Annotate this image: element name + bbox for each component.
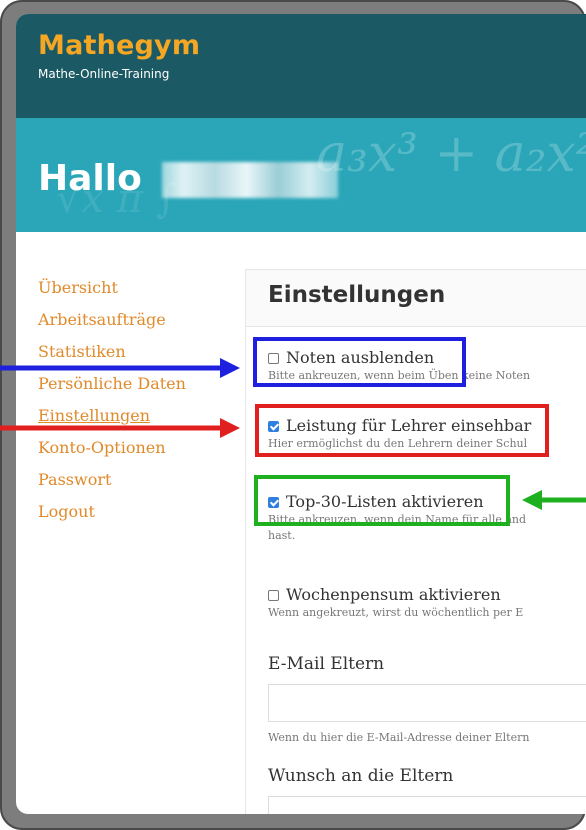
option-wochenpensum: Wochenpensum aktivieren Wenn angekreuzt,… xyxy=(268,585,523,621)
blue-highlight-box xyxy=(253,337,466,387)
sidebar-nav: Übersicht Arbeitsaufträge Statistiken Pe… xyxy=(38,272,186,528)
wunsch-eltern-label: Wunsch an die Eltern xyxy=(268,766,454,786)
wochenpensum-help: Wenn angekreuzt, wirst du wöchentlich pe… xyxy=(268,606,524,619)
page-title: Einstellungen xyxy=(268,282,446,308)
wochenpensum-label: Wochenpensum aktivieren xyxy=(286,585,501,604)
sidebar-item-arbeitsauftraege[interactable]: Arbeitsaufträge xyxy=(38,304,186,336)
greeting-text: Hallo xyxy=(38,158,142,199)
brand-logo[interactable]: Mathegym xyxy=(38,30,200,61)
top30-listen-help-cont: hast. xyxy=(268,529,296,542)
email-eltern-help: Wenn du hier die E-Mail-Adresse deiner E… xyxy=(268,731,530,744)
sidebar-item-konto-optionen[interactable]: Konto-Optionen xyxy=(38,432,186,464)
email-eltern-label: E-Mail Eltern xyxy=(268,654,385,674)
wochenpensum-row[interactable]: Wochenpensum aktivieren xyxy=(268,585,523,605)
sidebar-item-logout[interactable]: Logout xyxy=(38,496,186,528)
sidebar-item-persoenliche-daten[interactable]: Persönliche Daten xyxy=(38,368,186,400)
wochenpensum-checkbox[interactable] xyxy=(268,589,279,601)
brand-subtitle: Mathe-Online-Training xyxy=(38,67,170,81)
redacted-username xyxy=(162,162,338,198)
sidebar-item-uebersicht[interactable]: Übersicht xyxy=(38,272,186,304)
email-eltern-input[interactable] xyxy=(268,684,586,722)
sidebar-item-statistiken[interactable]: Statistiken xyxy=(38,336,186,368)
wunsch-eltern-input[interactable] xyxy=(268,796,586,814)
panel-header: Einstellungen xyxy=(246,270,586,327)
top-bar: Mathegym Mathe-Online-Training xyxy=(16,14,586,118)
sidebar-item-passwort[interactable]: Passwort xyxy=(38,464,186,496)
banner-formula: a₃x³ + a₂x² + a₁x xyxy=(316,124,586,184)
green-highlight-box xyxy=(254,475,510,526)
sidebar-item-einstellungen[interactable]: Einstellungen xyxy=(38,400,186,432)
greeting-banner: a₃x³ + a₂x² + a₁x √x π ∫ Hallo xyxy=(16,118,586,232)
red-highlight-box xyxy=(255,404,549,457)
